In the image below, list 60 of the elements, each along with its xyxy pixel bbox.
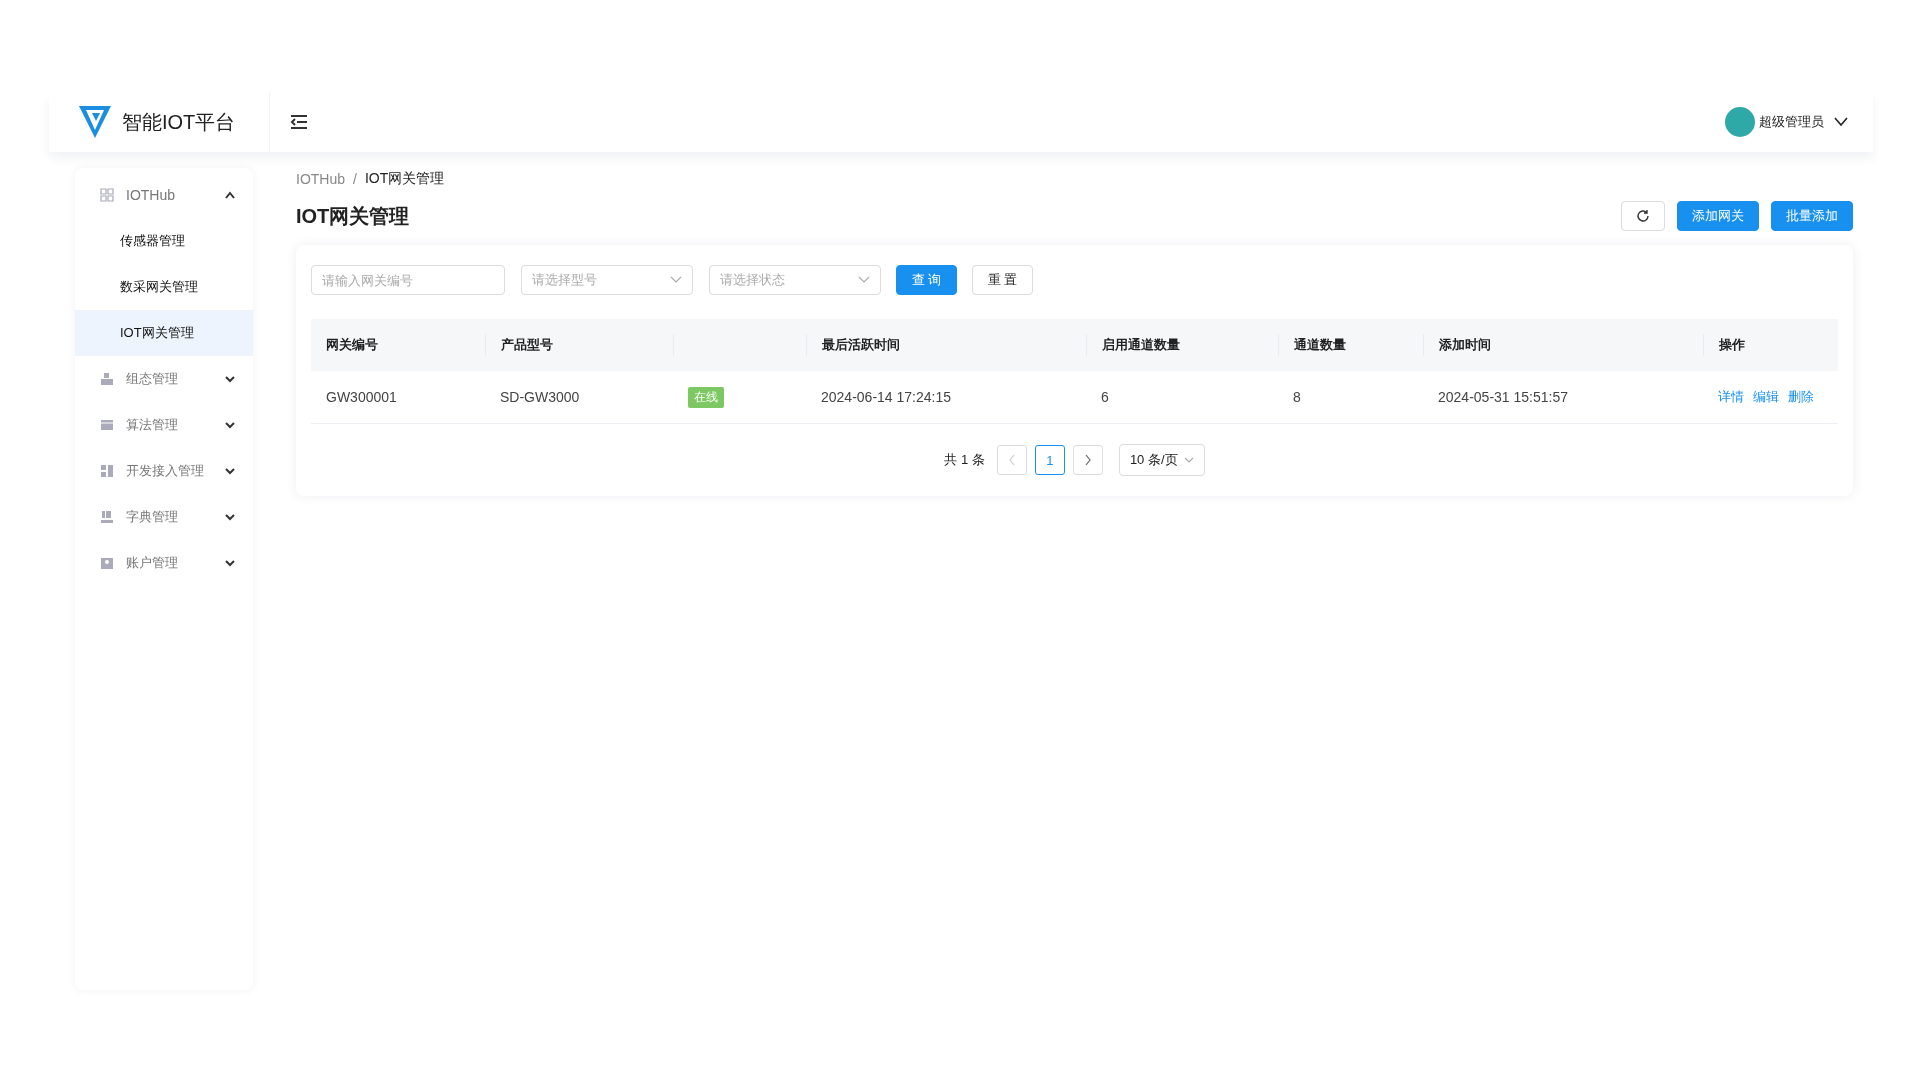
column-header: 通道数量 [1294,336,1346,354]
sidebar-subitem[interactable]: IOT网关管理 [75,310,253,356]
total-count: 共 1 条 [944,451,985,469]
menu-toggle-icon[interactable] [290,114,308,130]
grid-icon [100,188,114,202]
table-cell: SD-GW3000 [500,389,580,405]
sidebar-item[interactable]: IOTHub [75,172,253,218]
action-link[interactable]: 编辑 [1753,388,1779,406]
chevron-down-icon [224,467,236,475]
table-cell: 8 [1293,389,1301,405]
action-link[interactable]: 删除 [1788,388,1814,406]
sidebar-item[interactable]: 组态管理 [75,356,253,402]
action-link[interactable]: 详情 [1718,388,1744,406]
breadcrumb-link[interactable]: IOTHub [296,171,345,187]
user-menu[interactable]: 超级管理员 [1725,107,1873,137]
table-cell: 2024-05-31 15:51:57 [1438,389,1568,405]
app-name: 智能IOT平台 [122,109,236,135]
gateway-id-field[interactable]: 请输入网关编号 [311,265,505,295]
breadcrumb-separator: / [353,171,357,187]
card-icon [100,418,114,432]
column-header: 添加时间 [1439,336,1491,354]
table-cell: GW300001 [326,389,397,405]
page-button[interactable]: 1 [1034,445,1065,475]
column-header: 启用通道数量 [1102,336,1180,354]
table-cell: 2024-06-14 17:24:15 [821,389,951,405]
sidebar-item[interactable]: 算法管理 [75,402,253,448]
chevron-down-icon [224,421,236,429]
sidebar-item[interactable]: 开发接入管理 [75,448,253,494]
avatar [1725,107,1755,137]
breadcrumb-link[interactable]: IOT网关管理 [364,170,445,188]
sidebar-subitem[interactable]: 数采网关管理 [75,264,253,310]
chevron-left-icon [1007,454,1016,466]
table-cell: 6 [1101,389,1109,405]
page-size-select[interactable]: 10 条/页 [1118,444,1205,476]
chevron-down-icon [224,559,236,567]
chevron-up-icon [224,191,236,199]
page-title: IOT网关管理 [296,203,410,229]
query-button[interactable]: 查 询 [896,265,957,295]
id-card-icon [100,556,114,570]
sidebar-subitem[interactable]: 传感器管理 [75,218,253,264]
refresh-icon [1636,209,1650,223]
chevron-down-icon [1834,117,1848,127]
reset-button[interactable]: 重 置 [972,265,1033,295]
sidebar-item[interactable]: 字典管理 [75,494,253,540]
sidebar-item[interactable]: 账户管理 [75,540,253,586]
chevron-right-icon [1083,454,1092,466]
add-button[interactable]: 添加网关 [1677,201,1759,231]
chevron-down-icon [858,276,870,284]
column-header: 操作 [1719,336,1745,354]
column-header: 产品型号 [501,336,553,354]
chevron-down-icon [1183,456,1194,464]
status-tag: 在线 [688,386,724,408]
add-button[interactable]: 批量添加 [1771,201,1853,231]
column-header: 最后活跃时间 [822,336,900,354]
refresh-button[interactable] [1621,201,1665,231]
chevron-down-icon [224,375,236,383]
chevron-down-icon [670,276,682,284]
logo-icon [78,104,112,140]
chevron-down-icon [224,513,236,521]
column-header: 网关编号 [326,336,378,354]
